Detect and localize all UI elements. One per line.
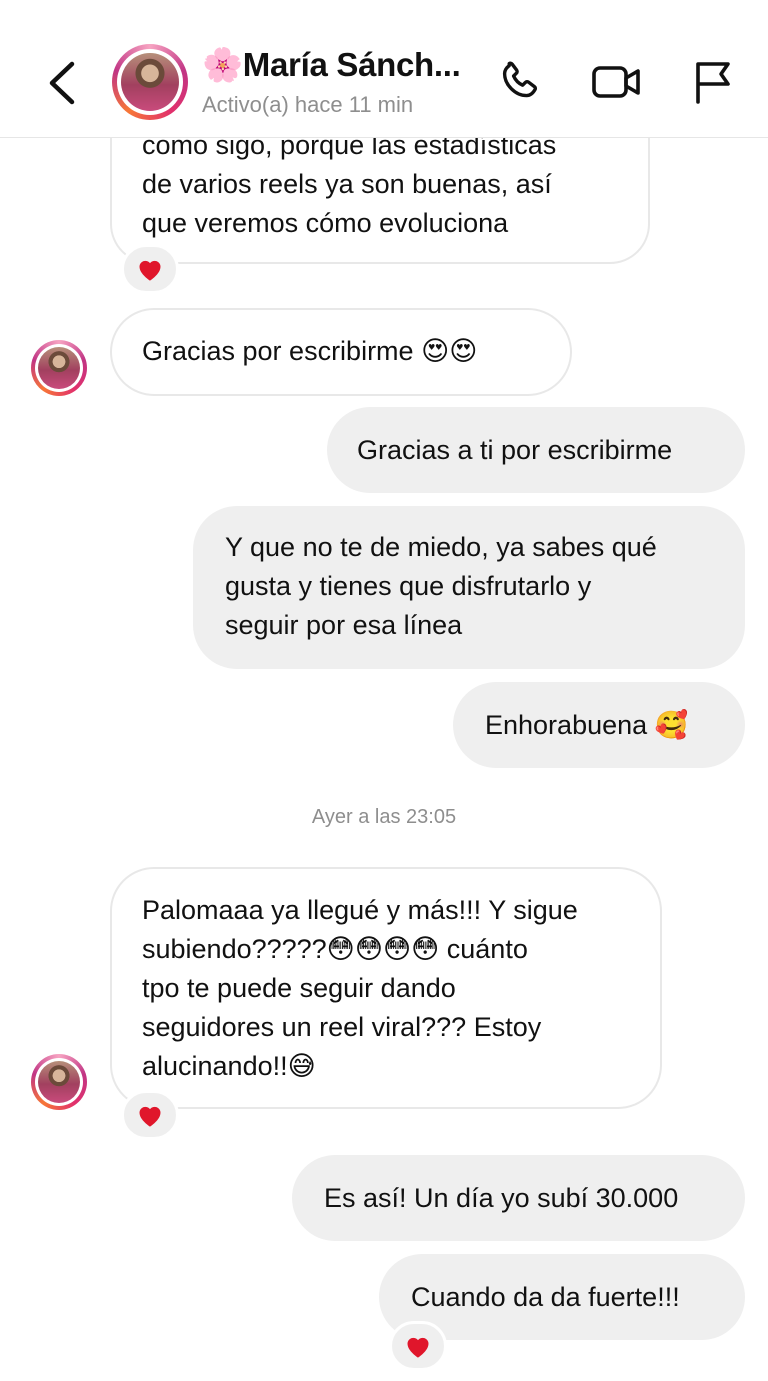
message-line: Gracias a ti por escribirme (357, 435, 673, 465)
message-line: Y que no te de miedo, ya sabes qué (225, 532, 657, 562)
message-line: gusta y tienes que disfrutarlo y (225, 571, 592, 601)
date-separator: Ayer a las 23:05 (311, 806, 457, 828)
report-button[interactable] (690, 58, 738, 106)
video-call-button[interactable] (590, 58, 644, 106)
sender-avatar[interactable] (31, 1054, 87, 1110)
flag-icon (696, 62, 730, 104)
message-line: seguidores un reel viral??? Estoy (142, 1012, 542, 1042)
heart-icon (407, 1337, 429, 1358)
message-bubble-incoming[interactable]: Gracias por escribirme 😍😍 (110, 308, 572, 396)
heart-reaction[interactable] (121, 244, 179, 294)
message-thread: como sigo, porque las estadísticas de va… (0, 0, 768, 1381)
message-line: alucinando!!😅 (142, 1051, 316, 1081)
heart-icon (139, 260, 161, 281)
message-line: que veremos cómo evoluciona (142, 208, 509, 238)
back-button[interactable] (40, 56, 86, 110)
message-bubble-outgoing[interactable]: Gracias a ti por escribirme (327, 407, 745, 493)
message-line: Enhorabuena 🥰 (485, 710, 689, 740)
heart-reaction[interactable] (121, 1090, 179, 1140)
call-button[interactable] (496, 58, 544, 106)
message-line: subiendo?????😳😳😳😳 cuánto (142, 934, 528, 964)
message-line: seguir por esa línea (225, 610, 463, 640)
message-bubble-incoming[interactable]: Palomaaa ya llegué y más!!! Y sigue subi… (110, 867, 662, 1109)
message-line: Es así! Un día yo subí 30.000 (324, 1183, 679, 1213)
phone-icon (502, 61, 538, 98)
chat-header: 🌸María Sánch... Activo(a) hace 11 min (0, 0, 768, 138)
message-line: Cuando da da fuerte!!! (411, 1282, 680, 1312)
sender-avatar[interactable] (31, 340, 87, 396)
contact-status: Activo(a) hace 11 min (202, 92, 414, 117)
video-camera-icon (592, 66, 640, 98)
message-line: Gracias por escribirme 😍😍 (142, 336, 478, 366)
message-bubble-outgoing[interactable]: Y que no te de miedo, ya sabes qué gusta… (193, 506, 745, 669)
contact-avatar[interactable] (112, 44, 188, 120)
contact-name[interactable]: 🌸María Sánch... (202, 46, 482, 85)
heart-icon (139, 1106, 161, 1127)
message-line: Palomaaa ya llegué y más!!! Y sigue (142, 895, 578, 925)
chevron-left-icon (49, 61, 75, 105)
message-bubble-outgoing[interactable]: Es así! Un día yo subí 30.000 (292, 1155, 745, 1241)
heart-reaction[interactable] (389, 1321, 447, 1371)
message-line: tpo te puede seguir dando (142, 973, 456, 1003)
message-bubble-outgoing[interactable]: Enhorabuena 🥰 (453, 682, 745, 768)
message-line: de varios reels ya son buenas, así (142, 169, 552, 199)
